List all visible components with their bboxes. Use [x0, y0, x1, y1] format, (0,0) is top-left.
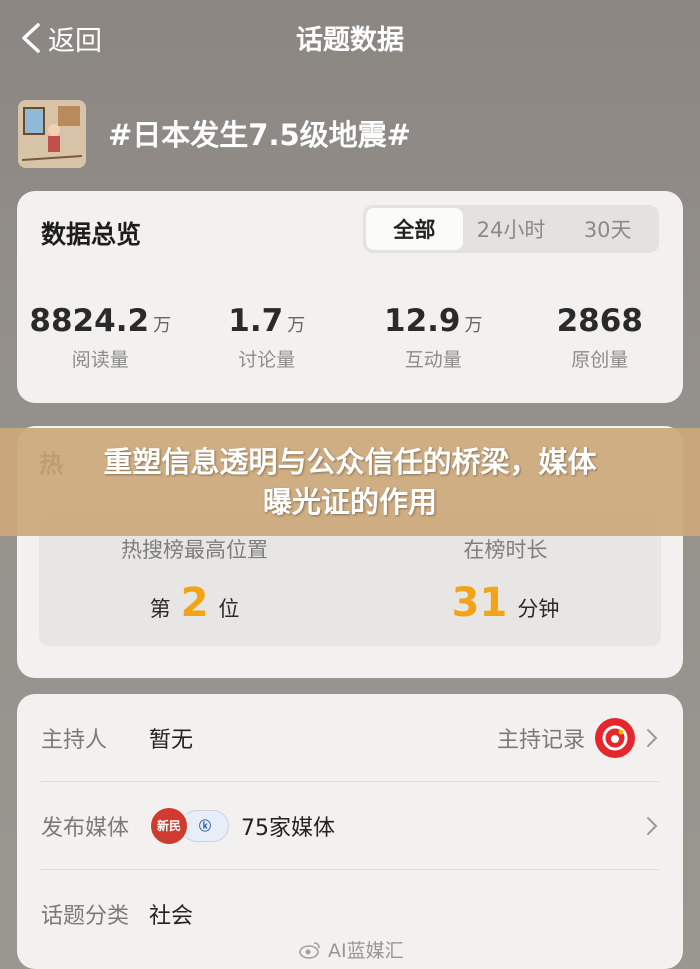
rank-value: 2	[180, 580, 209, 626]
host-record-label: 主持记录	[496, 727, 585, 753]
stat-value: 2868	[556, 303, 643, 339]
host-record-link[interactable]: 主持记录	[496, 717, 659, 758]
stat-unit: 万	[287, 315, 306, 336]
duration-value: 31	[451, 580, 508, 626]
media-value: 75家媒体	[241, 815, 335, 841]
tab-all[interactable]: 全部	[366, 208, 463, 250]
stat-interactions: 12.9 万 互动量	[350, 303, 517, 372]
overview-card: 数据总览 全部 24小时 30天 8824.2 万 阅读量 1.7 万 讨论量 …	[17, 191, 683, 403]
time-on-list-label: 在榜时长	[463, 538, 548, 562]
stat-value: 12.9	[384, 303, 461, 339]
media-logos: 新民 ⓚ	[149, 805, 229, 846]
stat-discussions: 1.7 万 讨论量	[184, 303, 351, 372]
stat-label: 讨论量	[238, 349, 296, 371]
host-row: 主持人 暂无 主持记录	[41, 694, 659, 782]
stats-row: 8824.2 万 阅读量 1.7 万 讨论量 12.9 万 互动量 2868 原…	[17, 303, 683, 372]
page-title: 话题数据	[296, 25, 404, 56]
topic-thumbnail	[18, 100, 86, 168]
stat-originals: 2868 原创量	[517, 303, 684, 372]
banner-line-1: 重塑信息透明与公众信任的桥梁，媒体	[103, 445, 597, 479]
media-logo-xinmin: 新民	[149, 805, 189, 846]
rank-suffix: 位	[218, 597, 240, 621]
category-value: 社会	[149, 904, 194, 929]
topic-info-card: 主持人 暂无 主持记录 发布媒体 新民 ⓚ 75家媒体 话题分类 社会	[17, 694, 683, 969]
category-label: 话题分类	[41, 904, 130, 929]
media-row[interactable]: 发布媒体 新民 ⓚ 75家媒体	[41, 782, 659, 870]
watermark-text: AI蓝媒汇	[328, 940, 404, 962]
stat-label: 原创量	[571, 349, 629, 371]
chevron-right-icon	[647, 816, 658, 835]
headline-banner: 重塑信息透明与公众信任的桥梁，媒体 曝光证的作用	[0, 428, 700, 536]
stat-reads: 8824.2 万 阅读量	[17, 303, 184, 372]
tab-30d[interactable]: 30天	[559, 208, 656, 250]
stat-value: 1.7	[228, 303, 284, 339]
banner-line-2: 曝光证的作用	[262, 485, 437, 519]
stat-unit: 万	[153, 315, 172, 336]
media-label: 发布媒体	[41, 815, 130, 841]
overview-heading: 数据总览	[41, 220, 142, 249]
rank-prefix: 第	[149, 597, 171, 621]
watermark: AI蓝媒汇	[298, 936, 404, 963]
weibo-logo-icon	[595, 717, 635, 758]
stat-value: 8824.2	[29, 303, 150, 339]
host-value: 暂无	[149, 727, 194, 753]
chevron-right-icon	[647, 728, 658, 747]
navigation-bar: 返回 话题数据	[0, 0, 700, 78]
topic-title: #日本发生7.5级地震#	[108, 118, 411, 152]
time-range-selector: 全部 24小时 30天	[363, 205, 659, 253]
peak-rank-label: 热搜榜最高位置	[121, 538, 268, 562]
weibo-watermark-icon	[299, 941, 320, 959]
stat-label: 阅读量	[71, 349, 129, 371]
tab-24h[interactable]: 24小时	[463, 208, 560, 250]
duration-unit: 分钟	[517, 597, 560, 621]
stat-label: 互动量	[404, 349, 462, 371]
host-label: 主持人	[41, 727, 108, 753]
stat-unit: 万	[464, 315, 483, 336]
